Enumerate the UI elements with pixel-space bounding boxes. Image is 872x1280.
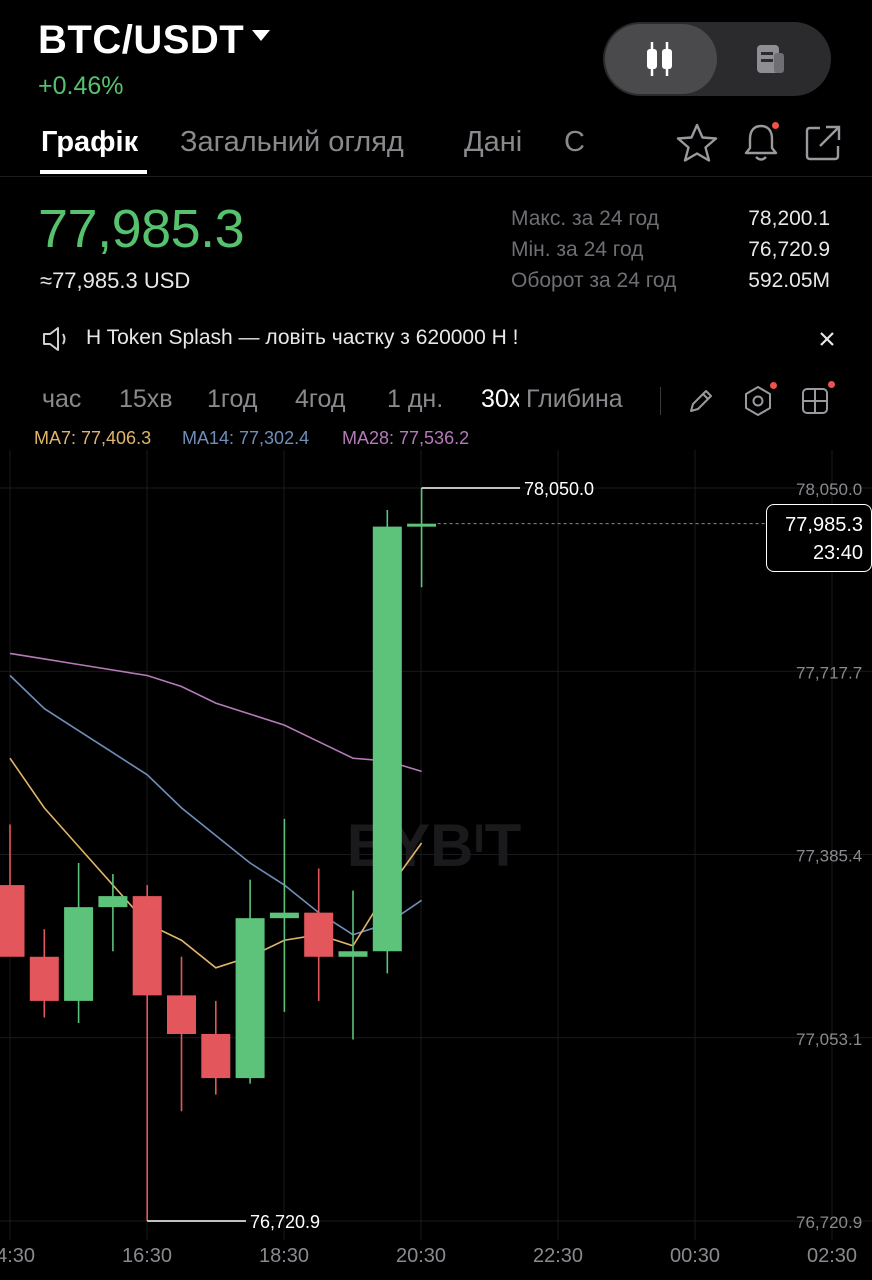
stat-low-label: Мін. за 24 год <box>511 238 644 261</box>
interval-1d[interactable]: 1 дн. <box>387 385 443 414</box>
draw-tool-button[interactable] <box>686 386 716 421</box>
candle-body <box>304 912 334 957</box>
interval-time[interactable]: час <box>42 385 81 414</box>
x-axis-tick-label: 20:30 <box>396 1245 446 1267</box>
candle-body <box>372 526 402 952</box>
current-price-value: 77,985.3 <box>785 514 863 536</box>
interval-4h[interactable]: 4год <box>295 385 345 414</box>
candle-body <box>235 918 265 1079</box>
candle-body <box>167 995 196 1034</box>
interval-1h[interactable]: 1год <box>207 385 257 414</box>
usd-price: ≈77,985.3 USD <box>40 268 191 293</box>
stat-high-label: Макс. за 24 год <box>511 207 660 230</box>
high-marker-label: 78,050.0 <box>524 479 594 499</box>
toolbar-divider <box>660 387 661 415</box>
candle-body <box>132 896 162 996</box>
grid-layout-icon <box>802 388 828 414</box>
speaker-icon <box>43 327 66 351</box>
tab-data[interactable]: Дані <box>464 126 522 159</box>
current-price-label: 77,985.3 23:40 <box>766 504 872 572</box>
low-marker-label: 76,720.9 <box>250 1212 320 1232</box>
y-axis-tick-label: 76,720.9 <box>796 1213 862 1232</box>
price-change: +0.46% <box>38 72 124 100</box>
pair-dropdown-icon[interactable] <box>252 30 270 41</box>
y-axis-tick-label: 77,717.7 <box>796 663 862 682</box>
candle-body <box>407 523 437 527</box>
share-icon <box>805 125 841 161</box>
view-toggle-chart[interactable] <box>605 24 717 94</box>
y-axis-tick-label: 77,053.1 <box>796 1030 862 1049</box>
x-axis-tick-label: 02:30 <box>807 1245 857 1267</box>
candle-body <box>0 885 25 957</box>
favorite-button[interactable] <box>676 122 718 169</box>
header-divider <box>0 176 872 177</box>
pencil-icon <box>690 390 712 412</box>
current-time-value: 23:40 <box>812 542 863 564</box>
y-axis-tick-label: 78,050.0 <box>796 480 862 499</box>
x-axis-tick-label: 14:30 <box>0 1245 35 1267</box>
y-axis-tick-label: 77,385.4 <box>796 847 862 866</box>
candle-body <box>29 956 59 1001</box>
candle-body <box>338 951 368 957</box>
x-axis-tick-label: 16:30 <box>122 1245 172 1267</box>
info-card-icon <box>757 45 784 73</box>
tab-indicator <box>40 170 147 174</box>
settings-badge <box>770 382 777 389</box>
candle-body <box>269 912 299 919</box>
x-axis-tick-label: 22:30 <box>533 1245 583 1267</box>
stat-low-value: 76,720.9 <box>748 238 830 261</box>
candle-body <box>98 896 128 908</box>
share-button[interactable] <box>802 122 844 169</box>
candlestick-chart[interactable]: BYBIT 78,050.076,720.9 78,050.077,717.77… <box>0 450 872 1280</box>
x-axis-tick-label: 00:30 <box>670 1245 720 1267</box>
banner-close-button[interactable] <box>816 328 838 355</box>
close-icon <box>820 332 834 346</box>
candle-body <box>201 1033 231 1079</box>
ma14-legend: MA14: 77,302.4 <box>182 428 310 448</box>
chart-settings-button[interactable] <box>742 385 774 422</box>
layout-badge <box>828 381 835 388</box>
tab-chart[interactable]: Графік <box>41 126 138 159</box>
tab-more[interactable]: С <box>564 126 585 159</box>
trading-pair-title[interactable]: BTC/USDT <box>38 18 244 63</box>
view-toggle-info[interactable] <box>750 40 790 85</box>
stat-high-value: 78,200.1 <box>748 207 830 230</box>
last-price: 77,985.3 <box>38 199 245 259</box>
x-axis-tick-label: 18:30 <box>259 1245 309 1267</box>
ma28-legend: MA28: 77,536.2 <box>342 428 470 448</box>
candlestick-chart-icon <box>647 42 672 76</box>
layout-button[interactable] <box>800 386 830 421</box>
ma7-legend: MA7: 77,406.3 <box>34 428 152 448</box>
interval-30m[interactable]: 30хв <box>481 385 519 414</box>
interval-15m[interactable]: 15хв <box>119 385 173 414</box>
depth-tab[interactable]: Глибина <box>526 385 623 414</box>
candle-body <box>64 907 94 1001</box>
alert-badge <box>772 122 779 129</box>
stat-turnover-value: 592.05M <box>748 269 830 292</box>
announcement-banner[interactable] <box>40 324 74 359</box>
tab-overview[interactable]: Загальний огляд <box>180 126 404 159</box>
ma14-line <box>9 674 423 936</box>
banner-text[interactable]: H Token Splash — ловіть частку з 620000 … <box>86 326 518 350</box>
stat-turnover-label: Оборот за 24 год <box>511 269 677 292</box>
star-icon <box>676 123 718 162</box>
settings-icon <box>745 386 771 416</box>
